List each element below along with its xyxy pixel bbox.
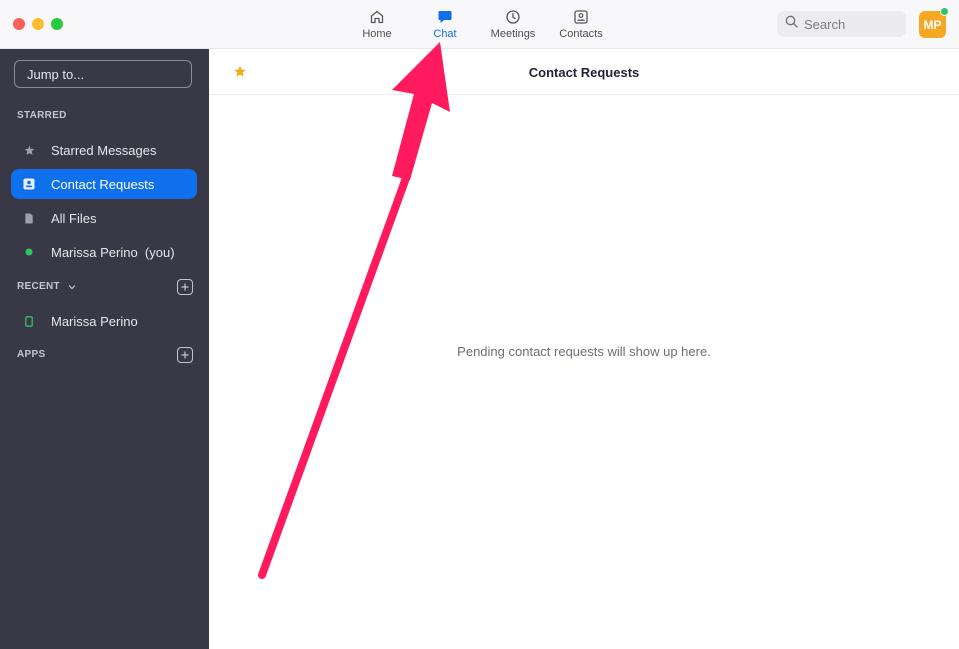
sidebar: Jump to... STARRED Starred Messages Cont…	[0, 49, 209, 649]
apps-section-title: APPS	[17, 349, 46, 360]
add-recent-button[interactable]	[177, 279, 193, 295]
recent-section-title[interactable]: RECENT	[17, 281, 76, 292]
jump-to-placeholder: Jump to...	[27, 66, 85, 82]
nav-contacts[interactable]: Contacts	[546, 8, 616, 44]
page-title: Contact Requests	[528, 65, 640, 80]
nav-home-label: Home	[362, 28, 392, 40]
nav-contacts-label: Contacts	[559, 28, 603, 40]
sidebar-item-contact-requests[interactable]: Contact Requests	[11, 169, 197, 199]
user-avatar[interactable]: MP	[919, 7, 949, 38]
empty-state-message: Pending contact requests will show up he…	[457, 344, 711, 359]
search-icon	[785, 15, 798, 33]
sidebar-item-all-files[interactable]: All Files	[11, 203, 197, 233]
sidebar-item-recent-marissa[interactable]: Marissa Perino	[11, 306, 197, 336]
nav-home[interactable]: Home	[342, 8, 412, 44]
contact-card-icon	[23, 178, 35, 190]
search-input[interactable]: Search	[777, 11, 906, 37]
add-app-button[interactable]	[177, 347, 193, 363]
starred-section-title: STARRED	[17, 110, 67, 121]
sidebar-item-starred-messages[interactable]: Starred Messages	[11, 135, 197, 165]
home-icon	[368, 8, 386, 26]
nav-chat-label: Chat	[433, 28, 457, 40]
close-window-button[interactable]	[13, 18, 25, 30]
recent-section-label: RECENT	[17, 281, 60, 292]
online-dot-icon	[23, 246, 35, 258]
search-placeholder: Search	[804, 16, 846, 32]
sidebar-item-label: All Files	[51, 210, 97, 226]
contact-card-icon	[572, 8, 590, 26]
chat-bubble-icon	[436, 8, 454, 26]
nav-meetings-label: Meetings	[490, 28, 536, 40]
sidebar-item-self-chat[interactable]: Marissa Perino (you)	[11, 237, 197, 267]
main-panel: Contact Requests Pending contact request…	[209, 49, 959, 649]
clock-icon	[504, 8, 522, 26]
minimize-window-button[interactable]	[32, 18, 44, 30]
nav-meetings[interactable]: Meetings	[478, 8, 548, 44]
jump-to-input[interactable]: Jump to...	[14, 60, 192, 88]
sidebar-item-label: Marissa Perino	[51, 313, 138, 329]
sidebar-item-label: Starred Messages	[51, 142, 157, 158]
chevron-down-icon	[68, 284, 76, 290]
star-icon	[23, 144, 35, 156]
online-status-dot	[940, 7, 949, 16]
sidebar-item-label: Marissa Perino (you)	[51, 244, 175, 260]
main-header: Contact Requests	[209, 49, 959, 95]
file-icon	[23, 212, 35, 224]
phone-icon	[23, 315, 35, 327]
nav-chat[interactable]: Chat	[410, 8, 480, 44]
sidebar-item-label: Contact Requests	[51, 176, 155, 192]
plus-icon	[181, 351, 189, 359]
title-bar: Home Chat Meetings Contacts Search MP	[0, 0, 959, 49]
zoom-window-button[interactable]	[51, 18, 63, 30]
avatar-initials: MP	[923, 17, 942, 32]
plus-icon	[181, 283, 189, 291]
